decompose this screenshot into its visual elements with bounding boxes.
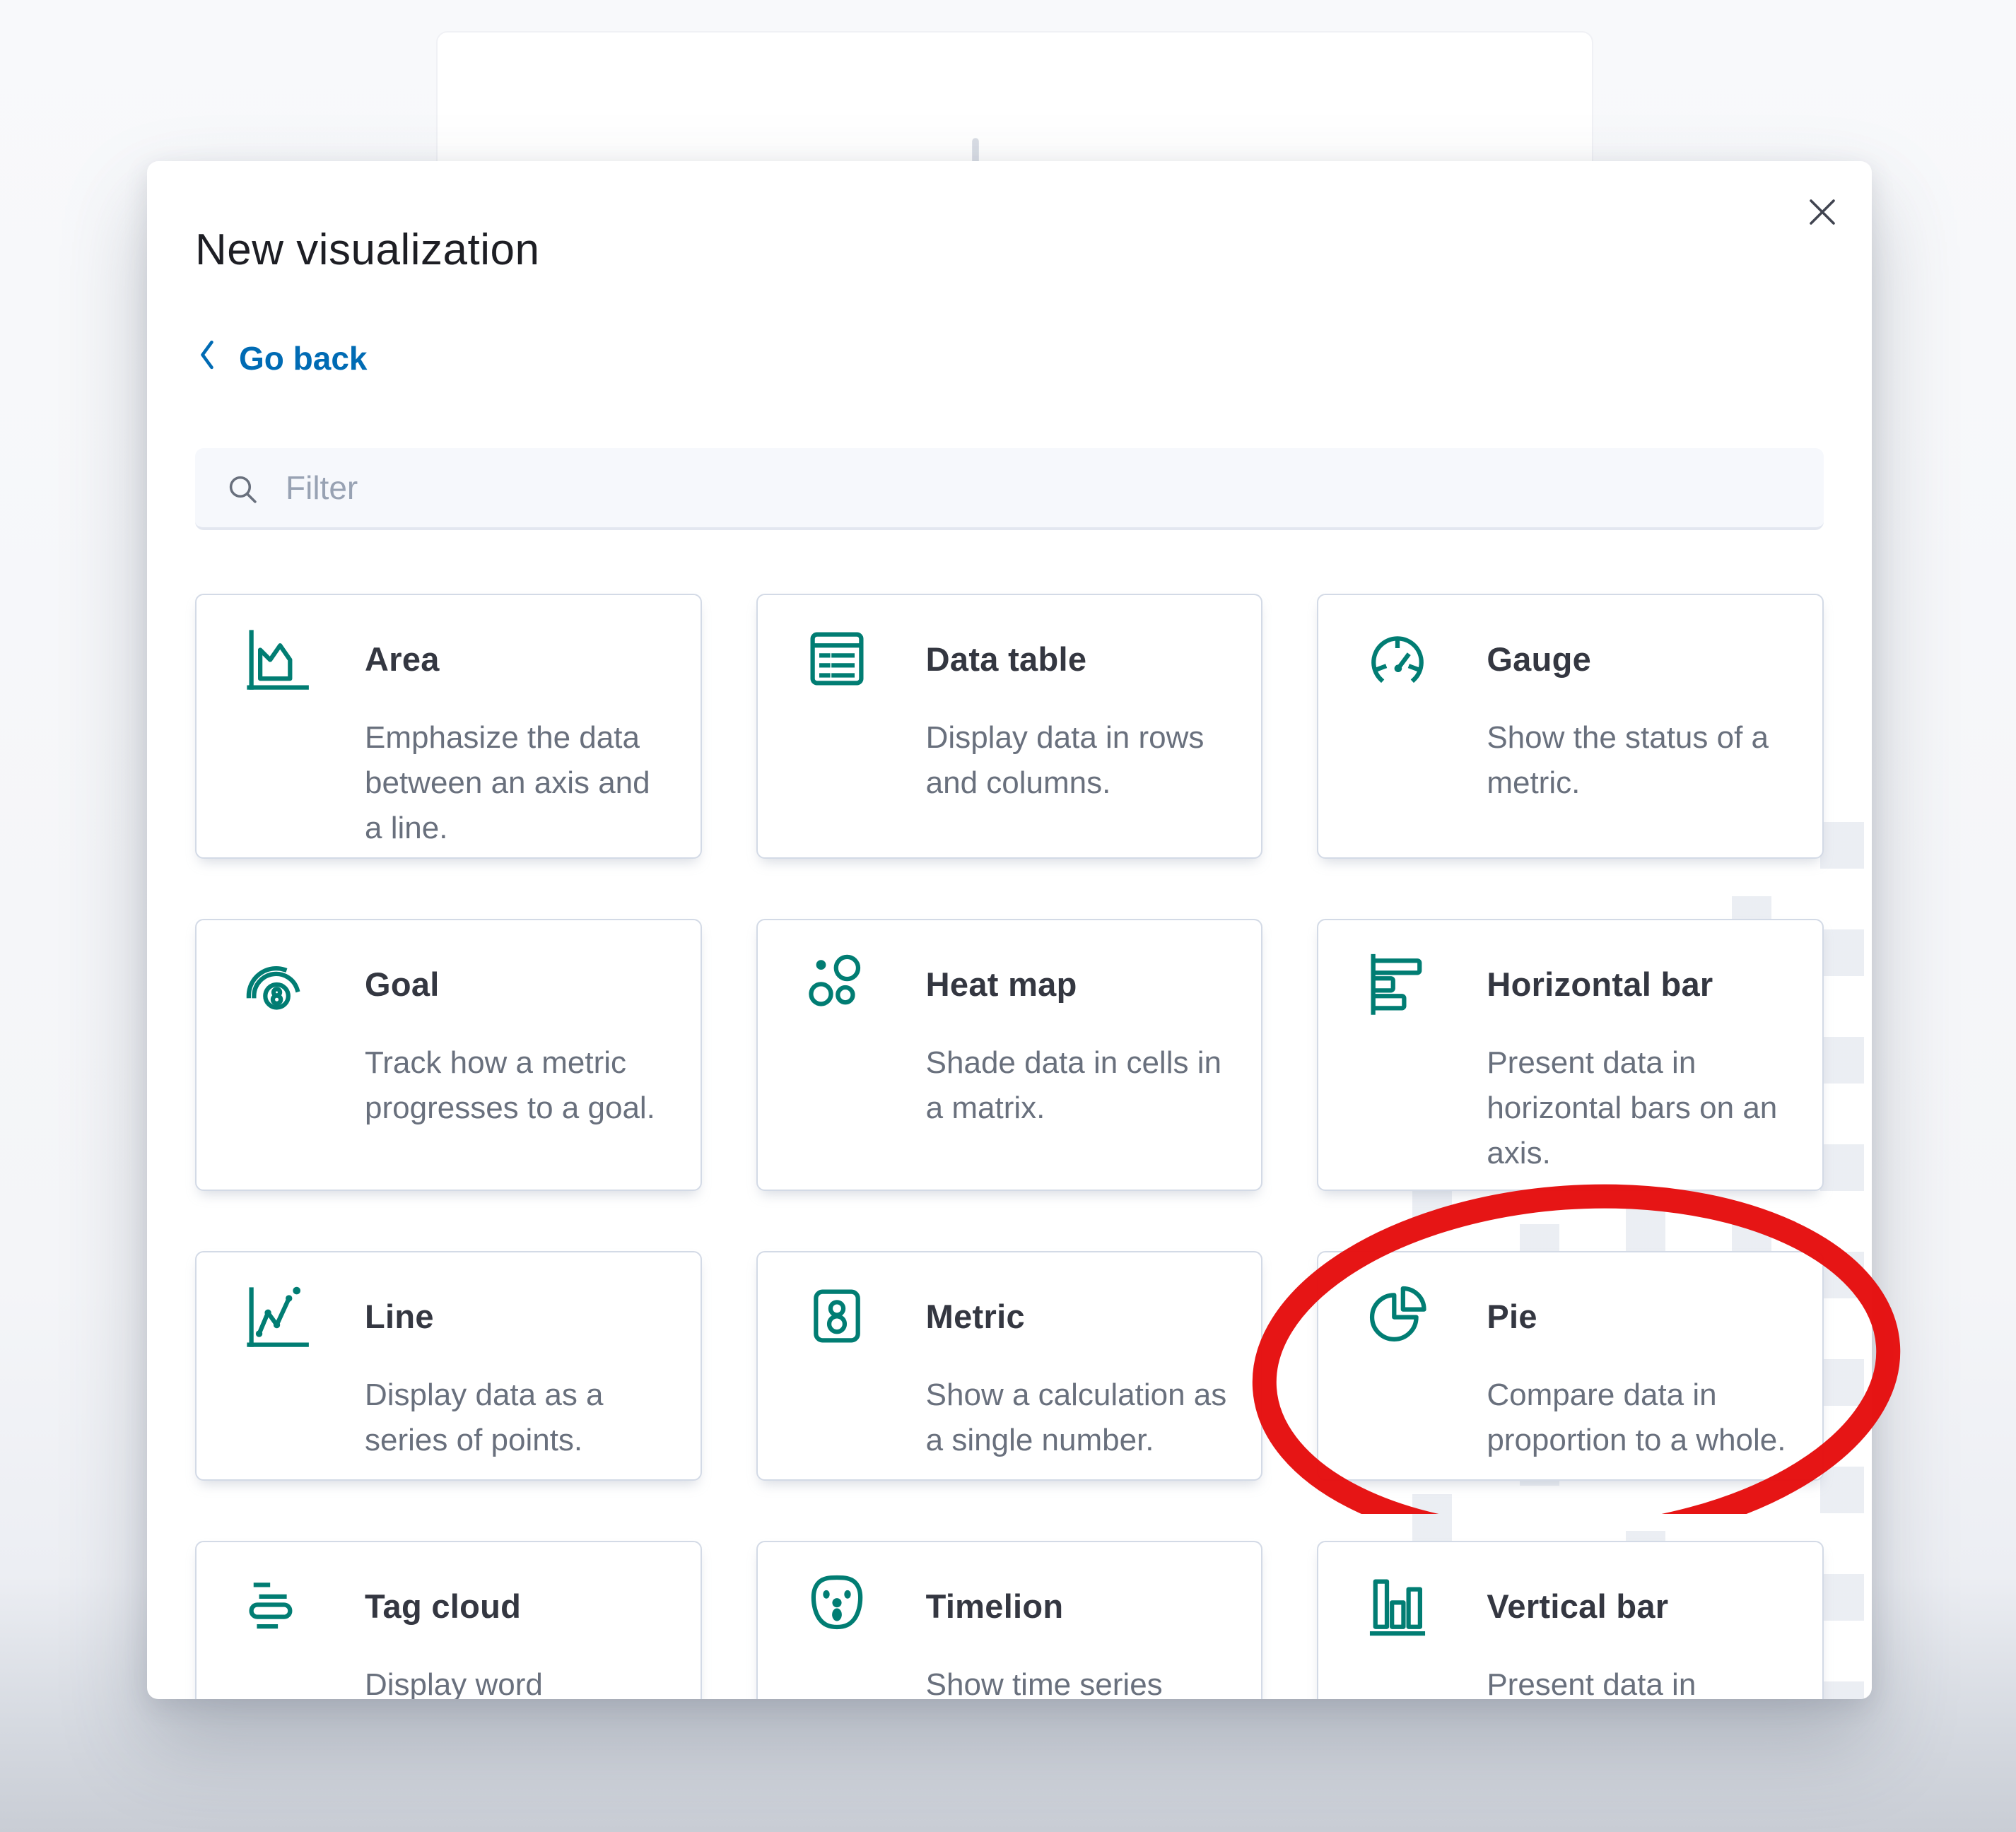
card-description: Present data in vertical bars on an axis…	[1487, 1662, 1791, 1699]
card-description: Show time series data on a graph.	[926, 1662, 1231, 1699]
card-title: Goal	[365, 965, 440, 1004]
horizontal-bar-icon	[1362, 949, 1433, 1019]
goal-icon	[240, 949, 311, 1019]
card-heat-map[interactable]: Heat map Shade data in cells in a matrix.	[756, 919, 1263, 1191]
card-title: Horizontal bar	[1487, 965, 1713, 1004]
card-title: Timelion	[926, 1587, 1064, 1626]
timelion-icon	[802, 1570, 872, 1641]
card-header: Tag cloud	[240, 1570, 684, 1641]
card-description: Show the status of a metric.	[1487, 715, 1791, 806]
card-line[interactable]: Line Display data as a series of points.	[195, 1251, 702, 1481]
card-description: Show a calculation as a single number.	[926, 1373, 1231, 1463]
line-chart-icon	[240, 1281, 311, 1351]
card-title: Data table	[926, 640, 1087, 679]
visualization-grid: Area Emphasize the data between an axis a…	[195, 594, 1824, 1699]
card-title: Tag cloud	[365, 1587, 521, 1626]
card-description: Present data in horizontal bars on an ax…	[1487, 1040, 1791, 1176]
card-area[interactable]: Area Emphasize the data between an axis a…	[195, 594, 702, 859]
card-title: Metric	[926, 1297, 1025, 1336]
modal-title: New visualization	[195, 223, 1824, 277]
card-title: Area	[365, 640, 440, 679]
close-icon[interactable]	[1801, 191, 1844, 233]
card-description: Track how a metric progresses to a goal.	[365, 1040, 669, 1131]
card-tag-cloud[interactable]: Tag cloud Display word frequency with fon…	[195, 1541, 702, 1699]
card-header: Heat map	[802, 949, 1245, 1019]
heatmap-icon	[802, 949, 872, 1019]
card-header: Timelion	[802, 1570, 1245, 1641]
go-back-link[interactable]: Go back	[195, 336, 368, 380]
card-description: Display data in rows and columns.	[926, 715, 1231, 806]
card-header: Vertical bar	[1362, 1570, 1805, 1641]
new-visualization-modal: New visualization Go back Area Emphasize …	[147, 161, 1872, 1699]
card-horizontal-bar[interactable]: Horizontal bar Present data in horizontal…	[1317, 919, 1824, 1191]
card-description: Display word frequency with font size.	[365, 1662, 669, 1699]
card-metric[interactable]: Metric Show a calculation as a single num…	[756, 1251, 1263, 1481]
card-title: Line	[365, 1297, 434, 1336]
go-back-label: Go back	[239, 340, 368, 377]
card-header: Horizontal bar	[1362, 949, 1805, 1019]
data-table-icon	[802, 623, 872, 694]
chevron-left-icon	[195, 336, 219, 380]
tag-cloud-icon	[240, 1570, 311, 1641]
card-title: Vertical bar	[1487, 1587, 1668, 1626]
card-description: Shade data in cells in a matrix.	[926, 1040, 1231, 1131]
card-goal[interactable]: Goal Track how a metric progresses to a g…	[195, 919, 702, 1191]
filter-input[interactable]	[195, 448, 1824, 530]
card-description: Emphasize the data between an axis and a…	[365, 715, 669, 851]
card-vertical-bar[interactable]: Vertical bar Present data in vertical bar…	[1317, 1541, 1824, 1699]
card-title: Heat map	[926, 965, 1077, 1004]
card-header: Pie	[1362, 1281, 1805, 1351]
card-pie[interactable]: Pie Compare data in proportion to a whole…	[1317, 1251, 1824, 1481]
card-header: Metric	[802, 1281, 1245, 1351]
card-title: Pie	[1487, 1297, 1537, 1336]
metric-icon	[802, 1281, 872, 1351]
card-description: Display data as a series of points.	[365, 1373, 669, 1463]
card-timelion[interactable]: Timelion Show time series data on a graph…	[756, 1541, 1263, 1699]
card-header: Line	[240, 1281, 684, 1351]
card-header: Gauge	[1362, 623, 1805, 694]
vertical-bar-icon	[1362, 1570, 1433, 1641]
card-data-table[interactable]: Data table Display data in rows and colum…	[756, 594, 1263, 859]
gauge-icon	[1362, 623, 1433, 694]
card-gauge[interactable]: Gauge Show the status of a metric.	[1317, 594, 1824, 859]
card-header: Area	[240, 623, 684, 694]
card-title: Gauge	[1487, 640, 1591, 679]
area-chart-icon	[240, 623, 311, 694]
card-header: Data table	[802, 623, 1245, 694]
pie-icon	[1362, 1281, 1433, 1351]
card-header: Goal	[240, 949, 684, 1019]
card-description: Compare data in proportion to a whole.	[1487, 1373, 1791, 1463]
